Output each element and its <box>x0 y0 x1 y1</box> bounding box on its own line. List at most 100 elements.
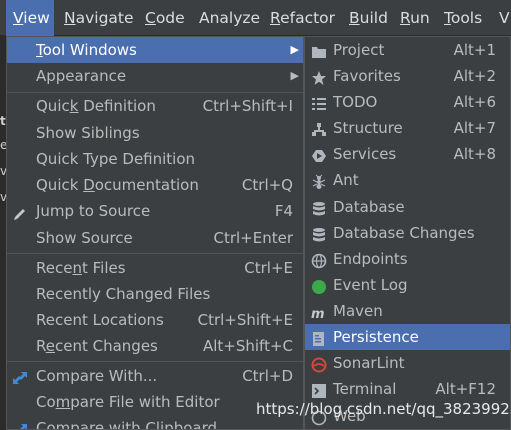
sonarlint-icon <box>311 355 327 373</box>
menu-build-label: uild <box>359 9 388 27</box>
menu-item-label: Jump to Source <box>36 202 151 220</box>
menu-item-recently-changed-files[interactable]: Recently Changed Files <box>7 281 303 307</box>
menu-item-label: Recent Files <box>36 255 126 281</box>
tool-window-label: TODO <box>333 93 378 111</box>
tool-window-todo[interactable]: TODO Alt+6 <box>305 89 510 115</box>
menu-item-show-source[interactable]: Show Source Ctrl+Enter <box>7 225 303 251</box>
watermark-url: https://blog.csdn.net/qq_38239923 <box>256 400 511 418</box>
tool-window-label: Maven <box>333 302 383 320</box>
tool-window-sonarlint[interactable]: SonarLint <box>305 350 510 376</box>
menu-code[interactable]: Code <box>145 0 185 36</box>
menu-vcs-partial[interactable]: V <box>499 0 510 36</box>
menu-item-shortcut: Ctrl+E <box>244 259 293 277</box>
label-part: Quick <box>36 176 84 194</box>
tool-window-label: Favorites <box>333 67 401 85</box>
menu-item-recent-locations[interactable]: Recent Locations Ctrl+Shift+E <box>7 307 303 333</box>
tool-window-terminal[interactable]: Terminal Alt+F12 <box>305 376 510 402</box>
menu-refactor-label: efactor <box>280 9 336 27</box>
label-part: Quic <box>36 97 70 115</box>
menu-code-label: ode <box>155 9 185 27</box>
tool-window-maven[interactable]: m Maven <box>305 298 510 324</box>
tool-window-label: Event Log <box>333 276 408 294</box>
tool-window-event-log[interactable]: Event Log <box>305 272 510 298</box>
tool-window-services[interactable]: Services Alt+8 <box>305 141 510 167</box>
menu-item-quick-definition[interactable]: Quick Definition Ctrl+Shift+I <box>7 93 303 119</box>
tool-window-shortcut: Alt+1 <box>453 41 496 59</box>
tool-windows-submenu: Project Alt+1 Favorites Alt+2 TODO Alt+6… <box>304 36 511 430</box>
menu-bar: View Navigate Code Analyze Refactor Buil… <box>0 0 511 36</box>
menu-item-shortcut: Ctrl+Shift+I <box>202 97 293 115</box>
menu-navigate-mnemonic: N <box>64 9 76 27</box>
tool-window-project[interactable]: Project Alt+1 <box>305 37 510 63</box>
tool-window-shortcut: Alt+8 <box>453 145 496 163</box>
tool-window-structure[interactable]: Structure Alt+7 <box>305 115 510 141</box>
menu-separator <box>7 361 303 362</box>
terminal-icon <box>311 381 327 398</box>
menu-run[interactable]: Run <box>400 0 430 36</box>
label-part: ool Windows <box>42 41 137 59</box>
tool-window-label: Endpoints <box>333 250 408 268</box>
globe-icon <box>311 251 327 269</box>
menu-item-shortcut: Alt+Shift+C <box>202 337 293 355</box>
mnemonic: m <box>55 393 71 411</box>
menu-refactor[interactable]: Refactor <box>270 0 335 36</box>
menu-item-label: Show Source <box>36 229 133 247</box>
menu-item-label: Show Siblings <box>36 124 140 142</box>
tool-window-label: Persistence <box>333 328 419 346</box>
menu-analyze[interactable]: Analyze <box>199 0 260 36</box>
svg-text:m: m <box>311 307 325 321</box>
list-icon <box>311 94 327 110</box>
star-icon <box>311 68 327 85</box>
mnemonic: e <box>45 337 55 355</box>
menu-item-jump-to-source[interactable]: Jump to Source F4 <box>7 198 303 224</box>
menu-build[interactable]: Build <box>349 0 388 36</box>
mnemonic: T <box>36 41 43 59</box>
menu-item-label: Quick Definition <box>36 93 156 119</box>
tool-window-persistence[interactable]: Persistence <box>305 324 510 350</box>
menu-analyze-label: Analyze <box>199 9 261 27</box>
menu-item-quick-type-definition[interactable]: Quick Type Definition <box>7 146 303 172</box>
view-menu: Tool Windows ▶ Appearance ▶ Quick Defini… <box>6 36 304 430</box>
menu-item-label: Compare With... <box>36 367 158 385</box>
menu-item-show-siblings[interactable]: Show Siblings <box>7 120 303 146</box>
menu-item-quick-documentation[interactable]: Quick Documentation Ctrl+Q <box>7 172 303 198</box>
menu-view-mnemonic: V <box>13 9 24 27</box>
mnemonic: n <box>72 259 82 277</box>
menu-item-recent-changes[interactable]: Recent Changes Alt+Shift+C <box>7 333 303 359</box>
menu-item-appearance[interactable]: Appearance ▶ <box>7 63 303 89</box>
menu-build-mnemonic: B <box>349 9 360 27</box>
menu-item-tool-windows[interactable]: Tool Windows ▶ <box>7 37 303 63</box>
menu-item-label: Quick Documentation <box>36 172 199 198</box>
label-part: Rece <box>36 259 73 277</box>
menu-item-label: Recent Locations <box>36 311 164 329</box>
menu-navigate[interactable]: Navigate <box>64 0 134 36</box>
persistence-icon <box>311 329 327 346</box>
mnemonic: D <box>83 176 95 194</box>
menu-item-label: Compare File with Editor <box>36 389 220 415</box>
compare-arrows-icon <box>12 368 28 384</box>
tool-window-endpoints[interactable]: Endpoints <box>305 246 510 272</box>
tool-window-ant[interactable]: Ant <box>305 167 510 193</box>
menu-item-shortcut: Ctrl+Enter <box>213 229 293 247</box>
tool-window-shortcut: Alt+6 <box>453 93 496 111</box>
tool-window-label: Project <box>333 41 385 59</box>
label-part: Definition <box>78 97 156 115</box>
menu-item-compare-with[interactable]: Compare With... Ctrl+D <box>7 363 303 389</box>
menu-tools[interactable]: Tools <box>444 0 482 36</box>
menu-item-label: Recently Changed Files <box>36 285 211 303</box>
folder-icon <box>311 42 327 58</box>
menu-item-shortcut: Ctrl+Q <box>241 176 293 194</box>
tool-window-label: Structure <box>333 119 403 137</box>
maven-icon: m <box>311 303 327 322</box>
tool-window-label: SonarLint <box>333 354 405 372</box>
tool-window-favorites[interactable]: Favorites Alt+2 <box>305 63 510 89</box>
menu-view-label: iew <box>23 9 50 27</box>
tool-window-database-changes[interactable]: Database Changes <box>305 220 510 246</box>
tool-window-shortcut: Alt+7 <box>453 119 496 137</box>
tool-window-label: Terminal <box>333 380 397 398</box>
tool-window-database[interactable]: Database <box>305 194 510 220</box>
menu-view[interactable]: View <box>6 0 54 36</box>
menu-item-recent-files[interactable]: Recent Files Ctrl+E <box>7 255 303 281</box>
menu-separator <box>7 253 303 254</box>
label-part: pare File with Editor <box>70 393 220 411</box>
